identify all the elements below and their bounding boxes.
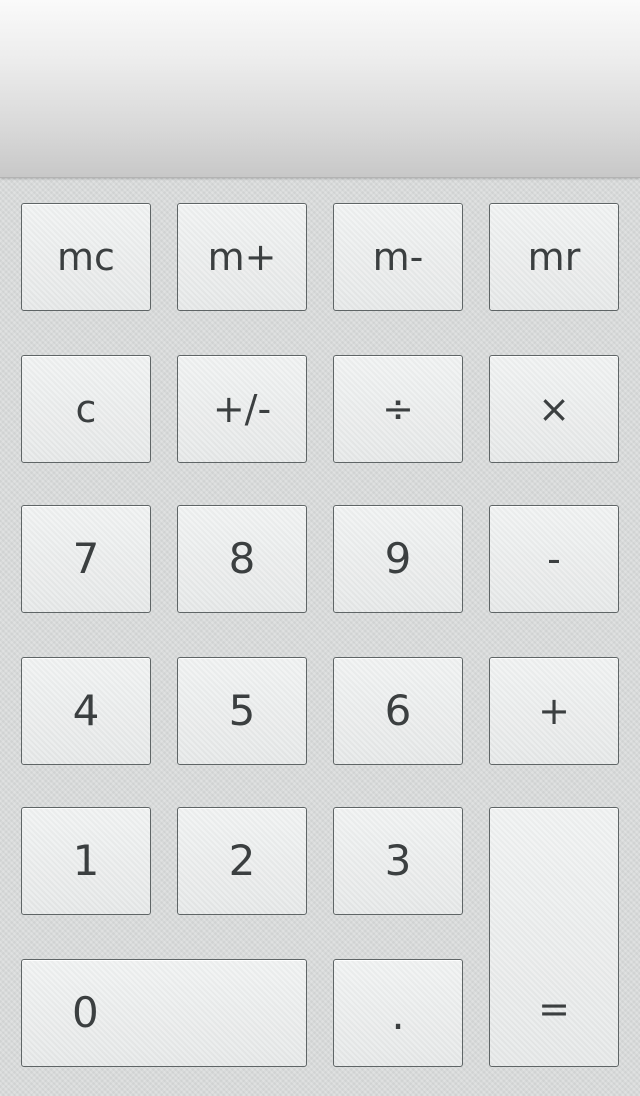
memory-add-label: m+	[207, 235, 277, 279]
memory-subtract-label: m-	[372, 235, 424, 279]
digit-2-button[interactable]: 2	[177, 807, 307, 915]
memory-recall-button[interactable]: mr	[489, 203, 619, 311]
memory-clear-button[interactable]: mc	[21, 203, 151, 311]
decimal-label: .	[391, 990, 405, 1039]
digit-0-button[interactable]: 0	[21, 959, 307, 1067]
digit-4-button[interactable]: 4	[21, 657, 151, 765]
digit-4-label: 4	[72, 686, 100, 735]
digit-8-button[interactable]: 8	[177, 505, 307, 613]
digit-7-button[interactable]: 7	[21, 505, 151, 613]
digit-7-label: 7	[72, 534, 100, 583]
digit-9-button[interactable]: 9	[333, 505, 463, 613]
digit-6-label: 6	[384, 686, 412, 735]
decimal-button[interactable]: .	[333, 959, 463, 1067]
digit-1-label: 1	[72, 836, 100, 885]
clear-button[interactable]: c	[21, 355, 151, 463]
digit-3-button[interactable]: 3	[333, 807, 463, 915]
calculator-display	[0, 0, 640, 178]
multiply-label: ×	[538, 387, 570, 431]
add-button[interactable]: +	[489, 657, 619, 765]
digit-9-label: 9	[384, 534, 412, 583]
digit-2-label: 2	[228, 836, 256, 885]
equals-label: =	[538, 987, 570, 1031]
memory-recall-label: mr	[527, 235, 581, 279]
divide-button[interactable]: ÷	[333, 355, 463, 463]
digit-0-label: 0	[72, 988, 99, 1037]
sign-toggle-label: +/-	[212, 387, 272, 431]
memory-subtract-button[interactable]: m-	[333, 203, 463, 311]
equals-button[interactable]: =	[489, 807, 619, 1067]
subtract-label: -	[547, 537, 561, 581]
clear-label: c	[75, 387, 97, 431]
multiply-button[interactable]: ×	[489, 355, 619, 463]
subtract-button[interactable]: -	[489, 505, 619, 613]
digit-5-label: 5	[228, 686, 256, 735]
digit-3-label: 3	[384, 836, 412, 885]
memory-clear-label: mc	[57, 235, 115, 279]
digit-5-button[interactable]: 5	[177, 657, 307, 765]
sign-toggle-button[interactable]: +/-	[177, 355, 307, 463]
digit-8-label: 8	[228, 534, 256, 583]
memory-add-button[interactable]: m+	[177, 203, 307, 311]
digit-1-button[interactable]: 1	[21, 807, 151, 915]
divide-label: ÷	[382, 387, 414, 431]
add-label: +	[538, 689, 570, 733]
digit-6-button[interactable]: 6	[333, 657, 463, 765]
